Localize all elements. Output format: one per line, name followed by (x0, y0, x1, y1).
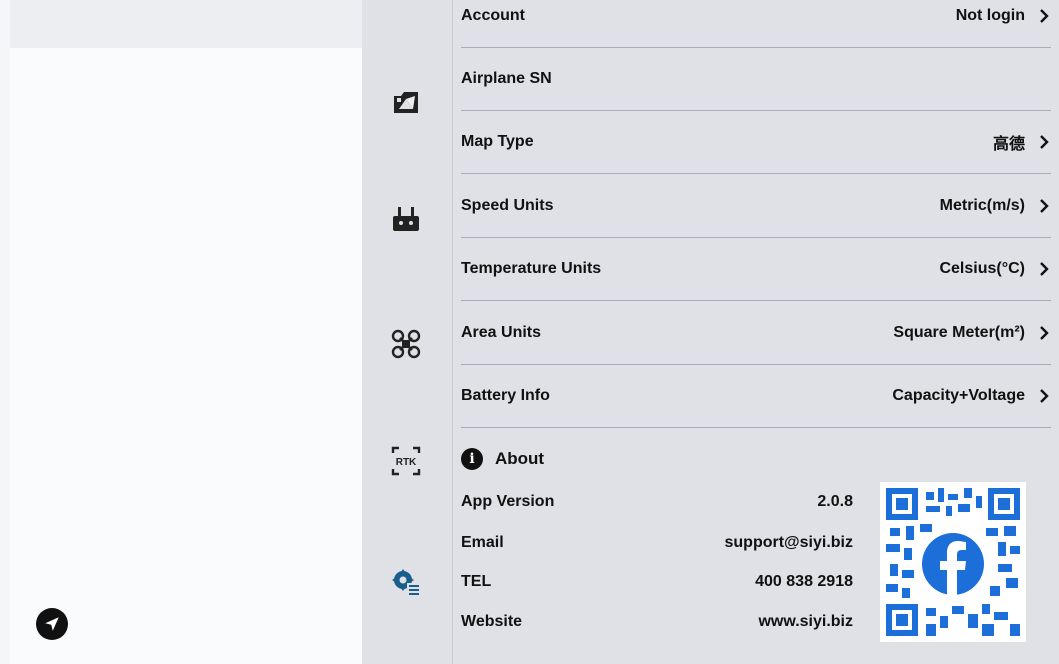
general-settings-icon (392, 569, 419, 595)
nav-rtk[interactable]: RTK (388, 443, 424, 479)
about-title: About (495, 449, 545, 468)
settings-row-label: Speed Units (461, 197, 554, 214)
settings-row-value: Metric(m/s) (939, 197, 1025, 214)
settings-row-label: Temperature Units (461, 260, 602, 277)
settings-row-value: Capacity+Voltage (892, 387, 1025, 404)
about-row-label: Website (461, 613, 523, 630)
settings-row-battery-info[interactable]: Battery Info Capacity+Voltage (461, 365, 1051, 428)
about-row-label: Email (461, 534, 504, 551)
chevron-right-icon (1037, 198, 1051, 214)
nav-aircraft[interactable] (388, 326, 424, 362)
about-row-website: Website www.siyi.biz (461, 613, 853, 631)
settings-content: Account Not login Airplane SN Map Type 高… (453, 0, 1059, 664)
facebook-logo-icon (917, 528, 989, 600)
settings-row-map-type[interactable]: Map Type 高德 (461, 111, 1051, 174)
about-row-app-version: App Version 2.0.8 (461, 493, 853, 511)
send-icon (45, 617, 59, 631)
left-header-strip (10, 0, 362, 48)
send-location-button[interactable] (36, 608, 68, 640)
about-row-label: App Version (461, 493, 555, 510)
nav-camera-settings[interactable] (388, 84, 424, 120)
settings-row-temperature-units[interactable]: Temperature Units Celsius(°C) (461, 238, 1051, 301)
about-row-value: 400 838 2918 (755, 573, 853, 590)
about-row-email: Email support@siyi.biz (461, 534, 853, 552)
left-pane (0, 0, 362, 664)
about-header: i About (461, 448, 544, 470)
about-row-value: support@siyi.biz (724, 534, 854, 551)
info-icon: i (461, 448, 483, 470)
facebook-qr-code (880, 482, 1026, 642)
nav-remote-controller[interactable] (388, 200, 424, 236)
settings-row-airplane-sn[interactable]: Airplane SN (461, 48, 1051, 111)
camera-settings-icon (394, 92, 418, 113)
settings-row-label: Map Type (461, 133, 534, 150)
settings-row-value: 高德 (992, 136, 1025, 153)
settings-row-label: Battery Info (461, 387, 550, 404)
settings-row-value: Square Meter(m²) (893, 324, 1025, 341)
about-row-tel: TEL 400 838 2918 (461, 573, 853, 591)
settings-row-area-units[interactable]: Area Units Square Meter(m²) (461, 302, 1051, 365)
chevron-right-icon (1037, 134, 1051, 150)
settings-row-label: Airplane SN (461, 70, 552, 87)
left-content-area (10, 48, 362, 664)
drone-icon (391, 329, 421, 359)
about-row-label: TEL (461, 573, 492, 590)
settings-row-speed-units[interactable]: Speed Units Metric(m/s) (461, 175, 1051, 238)
settings-row-label: Account (461, 7, 525, 24)
settings-nav-rail: RTK (362, 0, 452, 664)
chevron-right-icon (1037, 388, 1051, 404)
about-row-value: 2.0.8 (817, 493, 853, 510)
settings-row-label: Area Units (461, 324, 542, 341)
remote-controller-icon (393, 207, 419, 231)
settings-row-account[interactable]: Account Not login (461, 0, 1051, 48)
chevron-right-icon (1037, 261, 1051, 277)
nav-general-settings[interactable] (388, 564, 424, 600)
settings-row-value: Celsius(°C) (939, 260, 1025, 277)
rtk-icon-label: RTK (396, 457, 417, 468)
about-row-value: www.siyi.biz (758, 613, 853, 630)
rtk-icon: RTK (391, 446, 421, 476)
chevron-right-icon (1037, 325, 1051, 341)
chevron-right-icon (1037, 8, 1051, 24)
settings-row-value: Not login (955, 7, 1025, 24)
